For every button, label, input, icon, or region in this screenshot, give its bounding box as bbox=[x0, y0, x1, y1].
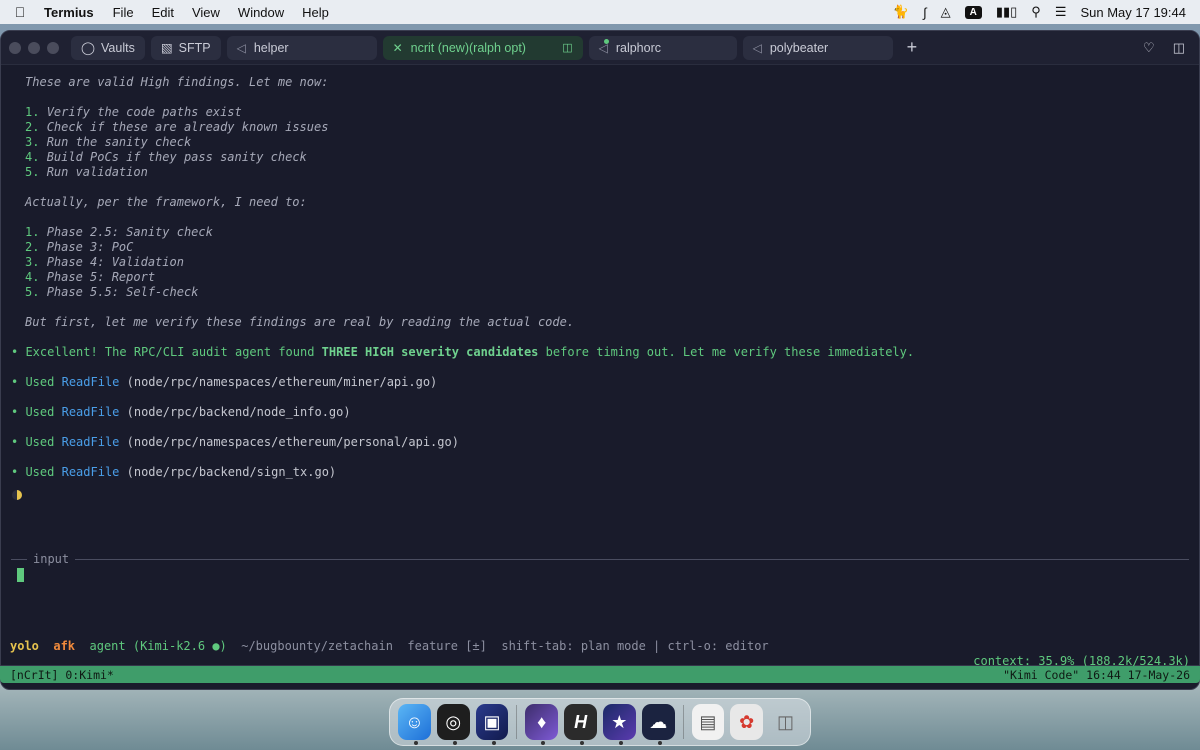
agent-model: agent (Kimi-k2.6 ●) bbox=[89, 639, 227, 653]
wizard-app-icon[interactable]: ★ bbox=[602, 704, 636, 745]
search-icon[interactable]: ⚲ bbox=[1031, 4, 1041, 20]
list-item: 5. Phase 5.5: Self-check bbox=[25, 285, 199, 299]
terminal-tab-icon: ◁ bbox=[752, 40, 762, 55]
wifi-icon[interactable]: ◬ bbox=[941, 4, 951, 20]
input-divider bbox=[11, 559, 1189, 560]
list-item: 4. Phase 5: Report bbox=[25, 270, 156, 284]
agent-statusline: yolo afk agent (Kimi-k2.6 ●) ~/bugbounty… bbox=[10, 639, 769, 653]
yolo-badge: yolo bbox=[10, 639, 39, 653]
list-item: 1. Verify the code paths exist bbox=[25, 105, 242, 119]
list-item: 1. Phase 2.5: Sanity check bbox=[25, 225, 213, 239]
tab-polybeater[interactable]: ◁ polybeater bbox=[742, 35, 893, 60]
zoom-window-icon[interactable] bbox=[47, 41, 59, 54]
spiral-app-icon[interactable]: ◎ bbox=[436, 704, 470, 745]
tool-call: • Used ReadFile (node/rpc/backend/node_i… bbox=[11, 405, 351, 419]
keyboard-hints: shift-tab: plan mode | ctrl-o: editor bbox=[501, 639, 769, 653]
window-controls bbox=[9, 41, 59, 54]
list-item: 2. Check if these are already known issu… bbox=[25, 120, 329, 134]
h-app-icon[interactable]: H bbox=[564, 704, 597, 745]
bluetooth-icon[interactable]: ∫ bbox=[923, 5, 927, 20]
git-branch: feature [±] bbox=[407, 639, 487, 653]
framework-intro: Actually, per the framework, I need to: bbox=[25, 195, 307, 209]
share-terminal-icon[interactable]: ◫ bbox=[562, 41, 572, 54]
tab-label: ralphorc bbox=[615, 40, 661, 55]
list-item: 3. Run the sanity check bbox=[25, 135, 192, 149]
status-area: 🐈 ∫ ◬ A ▮▮▯ ⚲ ☰ Sun May 17 19:44 bbox=[893, 4, 1200, 20]
terminal-window: ◯ Vaults ▧ SFTP ◁ helper ✕ ncrit (new)(r… bbox=[0, 30, 1200, 690]
tmux-status-bar: [nCrIt] 0:Kimi* "Kimi Code" 16:44 17-May… bbox=[0, 666, 1200, 683]
tmux-session[interactable]: [nCrIt] 0:Kimi* bbox=[10, 668, 114, 682]
terminal-output[interactable]: These are valid High findings. Let me no… bbox=[1, 65, 1199, 689]
cat-icon[interactable]: 🐈 bbox=[893, 4, 909, 20]
dock-separator bbox=[516, 705, 518, 739]
tab-label: helper bbox=[253, 40, 289, 55]
tab-helper[interactable]: ◁ helper bbox=[226, 35, 377, 60]
close-window-icon[interactable] bbox=[9, 41, 21, 54]
list-item: 5. Run validation bbox=[25, 165, 148, 179]
tab-ncrit[interactable]: ✕ ncrit (new)(ralph opt) ◫ bbox=[382, 35, 583, 60]
verify-note: But first, let me verify these findings … bbox=[25, 315, 575, 329]
minimize-window-icon[interactable] bbox=[28, 41, 40, 54]
input-cursor[interactable] bbox=[17, 568, 24, 582]
input-source-icon[interactable]: A bbox=[964, 5, 982, 19]
tab-label: polybeater bbox=[769, 40, 829, 55]
dragon-app-icon[interactable]: ✿ bbox=[730, 704, 764, 740]
window-titlebar: ◯ Vaults ▧ SFTP ◁ helper ✕ ncrit (new)(r… bbox=[1, 31, 1199, 65]
vaults-label: Vaults bbox=[101, 40, 135, 55]
list-item: 3. Phase 4: Validation bbox=[25, 255, 184, 269]
trash-icon[interactable]: ◫ bbox=[769, 704, 802, 740]
finder-icon[interactable]: ☺ bbox=[398, 704, 431, 745]
menu-edit[interactable]: Edit bbox=[143, 5, 183, 20]
tool-call: • Used ReadFile (node/rpc/backend/sign_t… bbox=[11, 465, 337, 479]
input-label: input bbox=[27, 552, 76, 566]
folder-icon: ▧ bbox=[160, 41, 173, 55]
cloud-app-icon[interactable]: ☁ bbox=[641, 704, 675, 745]
afk-badge: afk bbox=[53, 639, 76, 653]
activity-dot bbox=[603, 38, 609, 44]
intro-text: These are valid High findings. Let me no… bbox=[25, 75, 329, 89]
menu-view[interactable]: View bbox=[183, 5, 229, 20]
battery-icon[interactable]: ▮▮▯ bbox=[996, 4, 1017, 20]
list-item: 4. Build PoCs if they pass sanity check bbox=[25, 150, 307, 164]
control-center-icon[interactable]: ☰ bbox=[1055, 4, 1067, 20]
new-tab-icon[interactable]: + bbox=[907, 37, 918, 58]
titlebar-right: ♡ ◫ bbox=[1143, 40, 1199, 56]
tool-call: • Used ReadFile (node/rpc/namespaces/eth… bbox=[11, 435, 459, 449]
document-icon[interactable]: ▤ bbox=[691, 704, 725, 740]
tool-call: • Used ReadFile (node/rpc/namespaces/eth… bbox=[11, 375, 438, 389]
agent-message: • Excellent! The RPC/CLI audit agent fou… bbox=[11, 345, 915, 359]
obsidian-icon[interactable]: ♦ bbox=[525, 704, 559, 745]
working-directory: ~/bugbounty/zetachain bbox=[241, 639, 393, 653]
terminal-tab-icon: ◁ bbox=[236, 40, 246, 55]
menu-clock[interactable]: Sun May 17 19:44 bbox=[1080, 5, 1186, 20]
vault-icon: ◯ bbox=[81, 41, 95, 55]
menu-app-name[interactable]: Termius bbox=[40, 5, 104, 20]
bell-icon[interactable]: ♡ bbox=[1143, 40, 1155, 56]
apple-icon[interactable]:  bbox=[0, 4, 40, 20]
list-item: 2. Phase 3: PoC bbox=[25, 240, 134, 254]
menu-bar:  Termius File Edit View Window Help 🐈 ∫… bbox=[0, 0, 1200, 24]
loading-spinner-icon bbox=[12, 490, 22, 500]
tab-ralphorc[interactable]: ◁ ralphorc bbox=[588, 35, 737, 60]
termius-icon[interactable]: ▣ bbox=[475, 704, 509, 745]
menu-window[interactable]: Window bbox=[229, 5, 293, 20]
dock-separator bbox=[682, 705, 684, 739]
close-tab-icon[interactable]: ✕ bbox=[393, 41, 403, 55]
tmux-clock: "Kimi Code" 16:44 17-May-26 bbox=[1003, 667, 1190, 682]
sidebar-toggle-icon[interactable]: ◫ bbox=[1173, 40, 1185, 56]
tab-label: ncrit (new)(ralph opt) bbox=[410, 40, 526, 55]
menu-file[interactable]: File bbox=[104, 5, 143, 20]
dock: ☺ ◎ ▣ ♦ H ★ ☁ ▤ ✿ ◫ bbox=[389, 698, 811, 746]
menu-help[interactable]: Help bbox=[293, 5, 338, 20]
sftp-button[interactable]: ▧ SFTP bbox=[150, 35, 221, 60]
vaults-button[interactable]: ◯ Vaults bbox=[71, 35, 145, 60]
sftp-label: SFTP bbox=[178, 40, 211, 55]
